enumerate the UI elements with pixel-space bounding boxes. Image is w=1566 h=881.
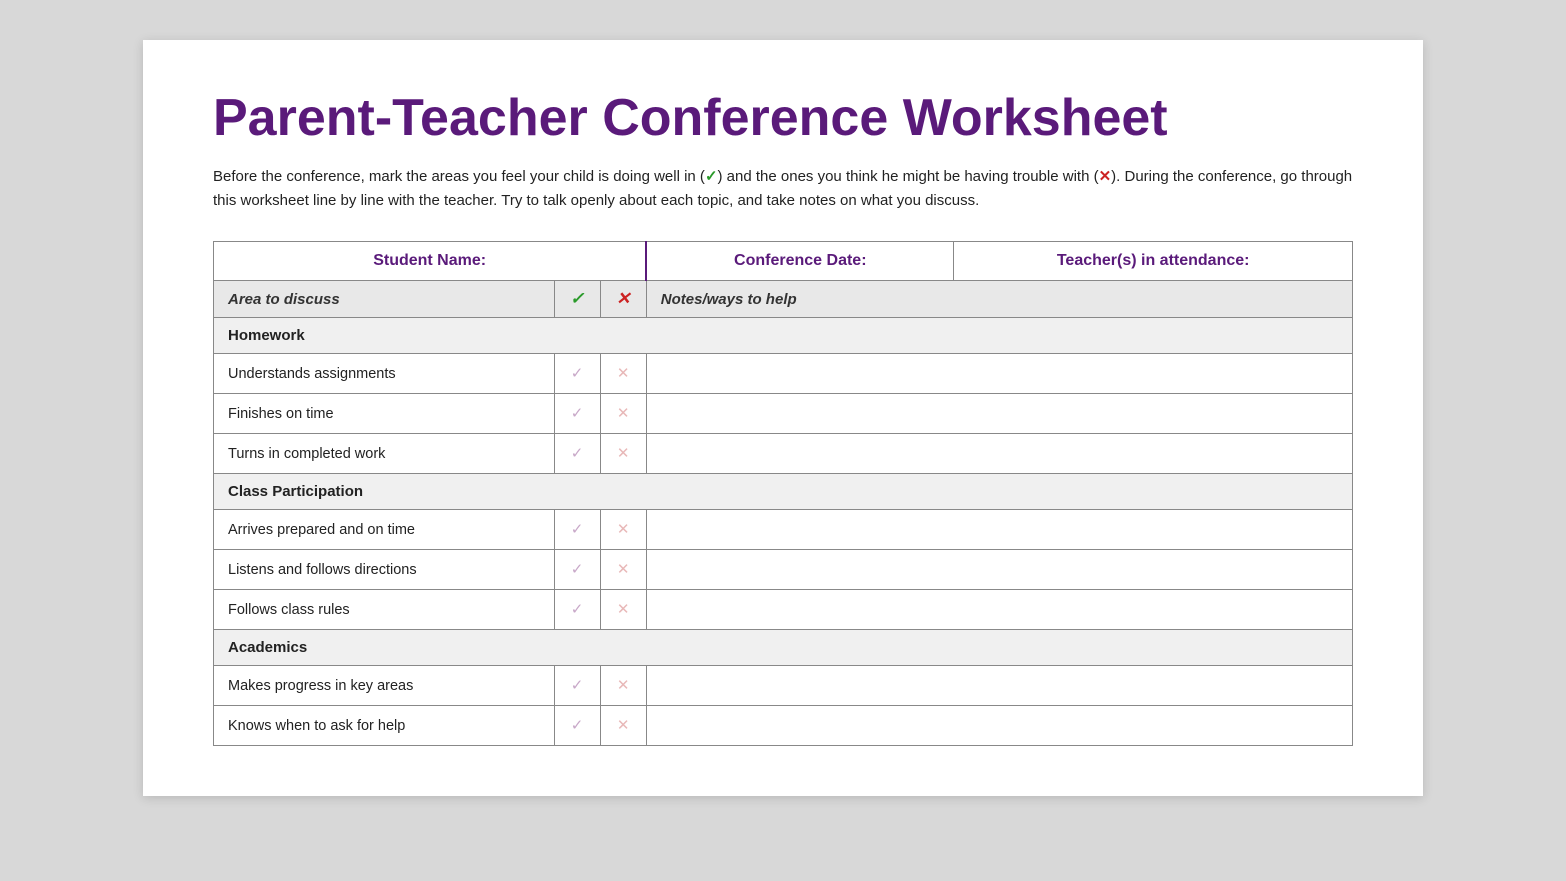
table-row: Understands assignments ✓ ✕	[214, 354, 1353, 394]
notes-cell[interactable]	[646, 666, 1352, 706]
intro-before: Before the conference, mark the areas yo…	[213, 168, 705, 185]
x-cell[interactable]: ✕	[600, 394, 646, 434]
x-icon: ✕	[617, 405, 630, 422]
notes-cell[interactable]	[646, 510, 1352, 550]
check-icon: ✓	[571, 445, 584, 462]
table-row: Knows when to ask for help ✓ ✕	[214, 706, 1353, 746]
x-icon: ✕	[617, 445, 630, 462]
table-row: Listens and follows directions ✓ ✕	[214, 550, 1353, 590]
x-icon: ✕	[617, 677, 630, 694]
x-cell[interactable]: ✕	[600, 706, 646, 746]
check-icon: ✓	[571, 561, 584, 578]
check-icon: ✓	[571, 521, 584, 538]
table-row: Turns in completed work ✓ ✕	[214, 434, 1353, 474]
teacher-header[interactable]: Teacher(s) in attendance:	[954, 242, 1353, 281]
intro-text: Before the conference, mark the areas yo…	[213, 165, 1353, 213]
x-icon: ✕	[617, 561, 630, 578]
x-icon: ✕	[617, 521, 630, 538]
check-icon: ✓	[571, 601, 584, 618]
x-cell[interactable]: ✕	[600, 666, 646, 706]
column-header-row: Area to discuss ✓ ✕ Notes/ways to help	[214, 281, 1353, 318]
section-row: Class Participation	[214, 474, 1353, 510]
check-cell[interactable]: ✓	[554, 394, 600, 434]
item-label: Makes progress in key areas	[214, 666, 555, 706]
conference-date-header[interactable]: Conference Date:	[646, 242, 954, 281]
worksheet-container: Parent-Teacher Conference Worksheet Befo…	[143, 40, 1423, 796]
page-title: Parent-Teacher Conference Worksheet	[213, 90, 1353, 147]
section-row: Academics	[214, 630, 1353, 666]
x-icon: ✕	[617, 601, 630, 618]
x-icon: ✕	[617, 365, 630, 382]
check-col-header: ✓	[554, 281, 600, 318]
section-row: Homework	[214, 318, 1353, 354]
check-cell[interactable]: ✓	[554, 706, 600, 746]
check-cell[interactable]: ✓	[554, 590, 600, 630]
check-cell[interactable]: ✓	[554, 510, 600, 550]
section-label: Class Participation	[214, 474, 1353, 510]
item-label: Turns in completed work	[214, 434, 555, 474]
notes-cell[interactable]	[646, 434, 1352, 474]
item-label: Arrives prepared and on time	[214, 510, 555, 550]
check-cell[interactable]: ✓	[554, 550, 600, 590]
item-label: Follows class rules	[214, 590, 555, 630]
section-label: Homework	[214, 318, 1353, 354]
item-label: Knows when to ask for help	[214, 706, 555, 746]
check-cell[interactable]: ✓	[554, 354, 600, 394]
item-label: Listens and follows directions	[214, 550, 555, 590]
table-row: Arrives prepared and on time ✓ ✕	[214, 510, 1353, 550]
x-col-header: ✕	[600, 281, 646, 318]
intro-x-symbol: ✕	[1099, 168, 1112, 185]
x-cell[interactable]: ✕	[600, 510, 646, 550]
notes-col-header: Notes/ways to help	[646, 281, 1352, 318]
check-icon: ✓	[571, 677, 584, 694]
notes-cell[interactable]	[646, 706, 1352, 746]
x-header-icon: ✕	[616, 289, 630, 308]
check-cell[interactable]: ✓	[554, 434, 600, 474]
x-cell[interactable]: ✕	[600, 590, 646, 630]
x-cell[interactable]: ✕	[600, 434, 646, 474]
item-label: Finishes on time	[214, 394, 555, 434]
check-cell[interactable]: ✓	[554, 666, 600, 706]
item-label: Understands assignments	[214, 354, 555, 394]
section-label: Academics	[214, 630, 1353, 666]
x-cell[interactable]: ✕	[600, 550, 646, 590]
intro-check-symbol: ✓	[705, 168, 718, 185]
intro-mid: ) and the ones you think he might be hav…	[718, 168, 1099, 185]
table-row: Finishes on time ✓ ✕	[214, 394, 1353, 434]
notes-cell[interactable]	[646, 394, 1352, 434]
check-icon: ✓	[571, 405, 584, 422]
check-icon: ✓	[571, 717, 584, 734]
notes-cell[interactable]	[646, 354, 1352, 394]
student-name-header[interactable]: Student Name:	[214, 242, 647, 281]
check-header-icon: ✓	[570, 289, 584, 308]
table-row: Makes progress in key areas ✓ ✕	[214, 666, 1353, 706]
notes-cell[interactable]	[646, 590, 1352, 630]
table-row: Follows class rules ✓ ✕	[214, 590, 1353, 630]
table-body: HomeworkUnderstands assignments✓✕Finishe…	[214, 318, 1353, 746]
header-row: Student Name: Conference Date: Teacher(s…	[214, 242, 1353, 281]
notes-cell[interactable]	[646, 550, 1352, 590]
x-icon: ✕	[617, 717, 630, 734]
worksheet-table: Student Name: Conference Date: Teacher(s…	[213, 241, 1353, 746]
check-icon: ✓	[571, 365, 584, 382]
x-cell[interactable]: ✕	[600, 354, 646, 394]
area-col-header: Area to discuss	[214, 281, 555, 318]
